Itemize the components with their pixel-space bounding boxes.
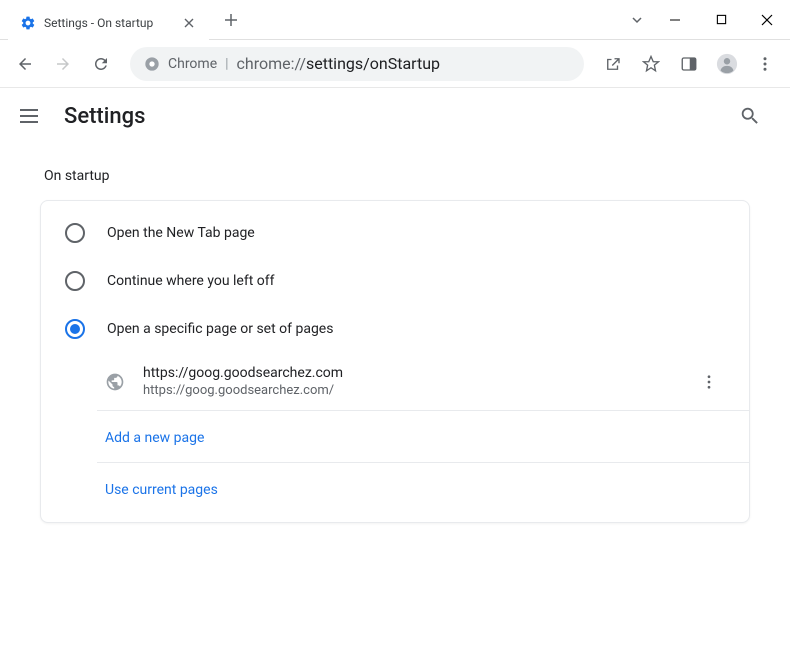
add-page-link[interactable]: Add a new page — [105, 430, 204, 446]
omnibox-url: chrome://settings/onStartup — [237, 54, 440, 73]
tab-dropdown-icon[interactable] — [622, 14, 652, 26]
profile-button[interactable] — [710, 47, 744, 81]
radio-specific-pages[interactable]: Open a specific page or set of pages — [41, 305, 749, 353]
forward-button[interactable] — [46, 47, 80, 81]
radio-icon — [65, 319, 85, 339]
startup-card: Open the New Tab page Continue where you… — [40, 200, 750, 523]
close-window-button[interactable] — [744, 0, 790, 40]
maximize-button[interactable] — [698, 0, 744, 40]
tab-title: Settings - On startup — [44, 16, 153, 30]
omnibox-prefix: Chrome — [168, 56, 217, 72]
radio-icon — [65, 223, 85, 243]
use-current-link[interactable]: Use current pages — [105, 482, 218, 498]
radio-continue[interactable]: Continue where you left off — [41, 257, 749, 305]
radio-label: Open the New Tab page — [107, 225, 255, 241]
search-settings-button[interactable] — [730, 96, 770, 136]
bookmark-button[interactable] — [634, 47, 668, 81]
minimize-button[interactable] — [652, 0, 698, 40]
use-current-row[interactable]: Use current pages — [97, 463, 749, 514]
radio-label: Open a specific page or set of pages — [107, 321, 333, 337]
side-panel-button[interactable] — [672, 47, 706, 81]
startup-pages-list: https://goog.goodsearchez.com https://go… — [97, 353, 749, 514]
section-title: On startup — [44, 168, 750, 184]
radio-label: Continue where you left off — [107, 273, 275, 289]
window-titlebar: Settings - On startup — [0, 0, 790, 40]
back-button[interactable] — [8, 47, 42, 81]
radio-new-tab[interactable]: Open the New Tab page — [41, 209, 749, 257]
page-entry-title: https://goog.goodsearchez.com — [143, 365, 675, 381]
reload-button[interactable] — [84, 47, 118, 81]
add-page-row[interactable]: Add a new page — [97, 411, 749, 463]
settings-gear-icon — [20, 15, 36, 31]
settings-content: On startup Open the New Tab page Continu… — [0, 168, 790, 523]
new-tab-button[interactable] — [217, 6, 245, 34]
radio-icon — [65, 271, 85, 291]
globe-icon — [105, 372, 125, 392]
close-tab-icon[interactable] — [181, 15, 197, 31]
page-more-button[interactable] — [693, 366, 725, 398]
share-button[interactable] — [596, 47, 630, 81]
browser-tab[interactable]: Settings - On startup — [8, 6, 209, 40]
address-bar[interactable]: Chrome | chrome://settings/onStartup — [130, 47, 584, 81]
menu-button[interactable] — [748, 47, 782, 81]
startup-page-row: https://goog.goodsearchez.com https://go… — [97, 353, 749, 411]
chrome-icon — [144, 56, 160, 72]
omnibox-divider: | — [225, 56, 228, 72]
page-title: Settings — [64, 104, 145, 129]
hamburger-menu-icon[interactable] — [20, 104, 44, 128]
page-entry-url: https://goog.goodsearchez.com/ — [143, 383, 675, 398]
settings-header: Settings — [0, 88, 790, 144]
browser-toolbar: Chrome | chrome://settings/onStartup — [0, 40, 790, 88]
